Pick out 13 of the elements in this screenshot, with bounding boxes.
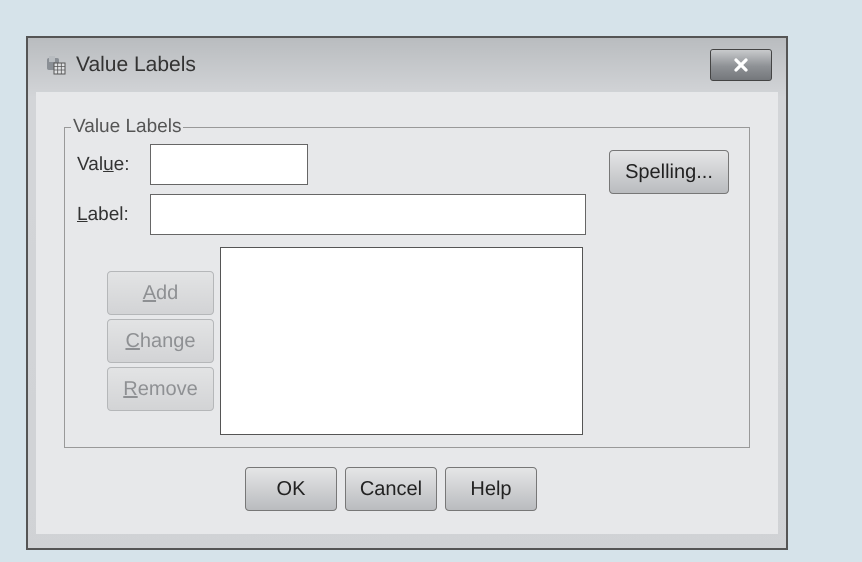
window-title: Value Labels: [76, 53, 197, 77]
input-field[interactable]: [150, 144, 308, 185]
spelling-button[interactable]: Spelling...: [609, 150, 729, 194]
dialog-button[interactable]: Cancel: [345, 467, 437, 511]
field-label: Label:: [77, 204, 130, 226]
table-icon: [46, 55, 66, 75]
field-label: Value:: [77, 154, 130, 176]
dialog-button[interactable]: Help: [445, 467, 537, 511]
dialog-button[interactable]: OK: [245, 467, 337, 511]
group-title: Value Labels: [72, 116, 182, 138]
close-icon: [733, 58, 749, 72]
input-field[interactable]: [150, 194, 586, 235]
close-button[interactable]: [710, 49, 772, 81]
